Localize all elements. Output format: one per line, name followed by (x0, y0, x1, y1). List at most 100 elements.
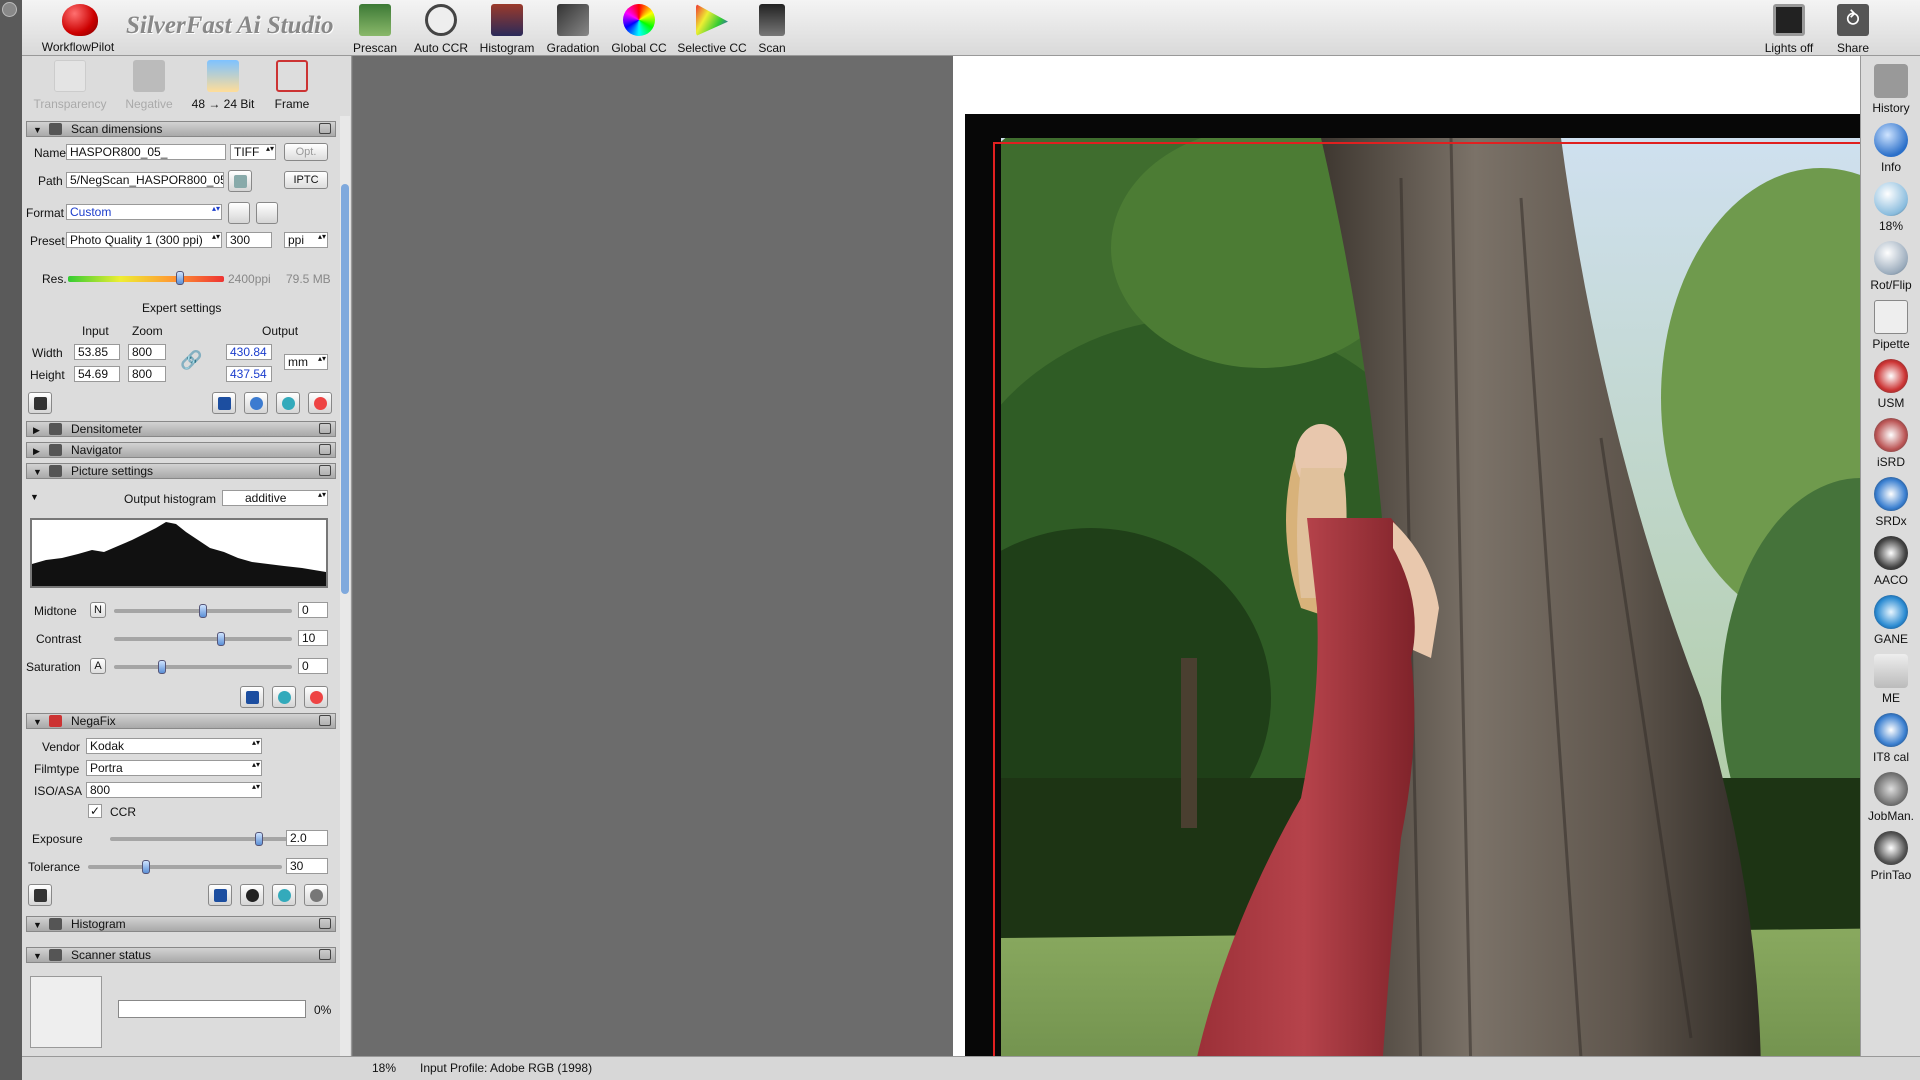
preset-select[interactable]: Photo Quality 1 (300 ppi) (66, 232, 222, 248)
height-zoom-field[interactable]: 800 (128, 366, 166, 382)
printao-tool[interactable]: PrinTao (1861, 831, 1920, 882)
srdx-tool[interactable]: SRDx (1861, 477, 1920, 528)
midtone-slider-knob[interactable] (199, 604, 207, 618)
preset-resolution-field[interactable]: 300 (226, 232, 272, 248)
folder-button[interactable] (228, 170, 252, 192)
scan-button[interactable]: Scan (750, 2, 794, 55)
negative-mode-button[interactable]: Negative (116, 58, 182, 111)
transparency-mode-button[interactable]: Transparency (32, 58, 108, 111)
help-button[interactable] (212, 392, 236, 414)
vendor-select[interactable]: Kodak (86, 738, 262, 754)
contrast-slider[interactable] (114, 632, 292, 646)
workflow-pilot-button[interactable]: WorkflowPilot SilverFast Ai Studio (28, 2, 333, 54)
ccr-checkbox[interactable]: ✓ (88, 804, 102, 818)
negafix-header[interactable]: ▼ NegaFix (26, 713, 336, 729)
format-save-button[interactable] (228, 202, 250, 224)
histogram-mode-select[interactable]: additive (222, 490, 328, 506)
frame-mode-button[interactable]: Frame (262, 58, 322, 111)
resolution-slider-knob[interactable] (176, 271, 185, 285)
picture-help-button[interactable] (240, 686, 264, 708)
resolution-slider[interactable] (68, 271, 224, 285)
negafix-reset-button[interactable] (304, 884, 328, 906)
densitometer-header[interactable]: ▶ Densitometer (26, 421, 336, 437)
rotate-flip-tool[interactable]: Rot/Flip (1861, 241, 1920, 292)
panel-scrollbar[interactable] (340, 116, 350, 1056)
preset-unit-select[interactable]: ppi (284, 232, 328, 248)
negafix-profile-button[interactable] (240, 884, 264, 906)
tolerance-value[interactable]: 30 (286, 858, 328, 874)
bit-depth-button[interactable]: 48 → 24 Bit (188, 58, 258, 111)
iso-select[interactable]: 800 (86, 782, 262, 798)
preview-area[interactable]: 1 (353, 56, 1920, 1080)
navigator-header[interactable]: ▶ Navigator (26, 442, 336, 458)
saturation-slider-knob[interactable] (158, 660, 167, 674)
share-button[interactable]: ⥁ Share (1830, 2, 1876, 55)
history-tool[interactable]: History (1861, 64, 1920, 115)
exposure-slider[interactable] (110, 832, 292, 846)
contrast-value[interactable]: 10 (298, 630, 328, 646)
me-tool[interactable]: ME (1861, 654, 1920, 705)
negafix-save-button[interactable] (28, 884, 52, 906)
save-settings-button[interactable] (28, 392, 52, 414)
aaco-tool[interactable]: AACO (1861, 536, 1920, 587)
zoom-tool[interactable]: 18% (1861, 182, 1920, 233)
picture-settings-header[interactable]: ▼ Picture settings (26, 463, 336, 479)
negafix-help-button[interactable] (208, 884, 232, 906)
quick-button[interactable] (276, 392, 300, 414)
pipette-tool[interactable]: Pipette (1861, 300, 1920, 351)
iptc-button[interactable]: IPTC (284, 171, 328, 189)
file-type-select[interactable]: TIFF (230, 144, 276, 160)
scan-frame-selection[interactable] (993, 142, 1920, 1080)
scanner-status-header[interactable]: ▼ Scanner status (26, 947, 336, 963)
selective-cc-button[interactable]: Selective CC (674, 2, 750, 55)
width-output-field[interactable]: 430.84 (226, 344, 272, 360)
path-field[interactable]: 5/NegScan_HASPOR800_05 (66, 172, 224, 188)
unit-select[interactable]: mm (284, 354, 328, 370)
format-delete-button[interactable] (256, 202, 278, 224)
global-cc-button[interactable]: Global CC (609, 2, 669, 55)
window-menu-icon[interactable] (2, 2, 17, 17)
info-tool[interactable]: Info (1861, 123, 1920, 174)
options-button[interactable]: Opt. (284, 143, 328, 161)
usm-tool[interactable]: USM (1861, 359, 1920, 410)
expand-panel-icon[interactable] (319, 123, 331, 134)
settings-button[interactable] (244, 392, 268, 414)
auto-ccr-button[interactable]: Auto CCR (412, 2, 470, 55)
gane-tool[interactable]: GANE (1861, 595, 1920, 646)
saturation-mode-badge[interactable]: A (90, 658, 106, 674)
negafix-quick-button[interactable] (272, 884, 296, 906)
name-field[interactable]: HASPOR800_05_ (66, 144, 226, 160)
width-input-field[interactable]: 53.85 (74, 344, 120, 360)
lights-off-button[interactable]: Lights off (1756, 2, 1822, 55)
midtone-value[interactable]: 0 (298, 602, 328, 618)
isrd-tool[interactable]: iSRD (1861, 418, 1920, 469)
exposure-slider-knob[interactable] (255, 832, 264, 846)
picture-reset-button[interactable] (304, 686, 328, 708)
saturation-slider[interactable] (114, 660, 292, 674)
prescan-button[interactable]: Prescan (352, 2, 398, 55)
chain-link-icon[interactable]: 🔗 (180, 350, 202, 371)
iso-label: ISO/ASA (34, 784, 83, 798)
width-zoom-field[interactable]: 800 (128, 344, 166, 360)
saturation-value[interactable]: 0 (298, 658, 328, 674)
histogram-button[interactable]: Histogram (477, 2, 537, 55)
picture-quick-button[interactable] (272, 686, 296, 708)
height-output-field[interactable]: 437.54 (226, 366, 272, 382)
scan-dimensions-header[interactable]: ▼ Scan dimensions (26, 121, 336, 137)
job-manager-tool[interactable]: JobMan. (1861, 772, 1920, 823)
height-input-field[interactable]: 54.69 (74, 366, 120, 382)
format-select[interactable]: Custom (66, 204, 222, 220)
midtone-mode-badge[interactable]: N (90, 602, 106, 618)
midtone-slider[interactable] (114, 604, 292, 618)
histogram-header[interactable]: ▼ Histogram (26, 916, 336, 932)
filmtype-select[interactable]: Portra (86, 760, 262, 776)
reset-button[interactable] (308, 392, 332, 414)
tolerance-slider-knob[interactable] (142, 860, 151, 874)
tolerance-slider[interactable] (88, 860, 282, 874)
histogram-collapse-icon[interactable]: ▼ (30, 492, 39, 502)
panel-scrollbar-thumb[interactable] (341, 184, 349, 594)
contrast-slider-knob[interactable] (216, 632, 225, 646)
gradation-button[interactable]: Gradation (542, 2, 604, 55)
it8-calibration-tool[interactable]: IT8 cal (1861, 713, 1920, 764)
exposure-value[interactable]: 2.0 (286, 830, 328, 846)
